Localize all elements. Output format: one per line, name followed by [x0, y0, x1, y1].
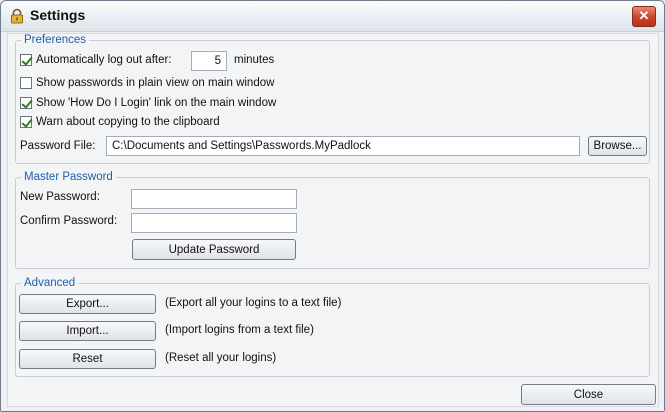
show-howto-checkbox[interactable] [20, 97, 32, 109]
import-button[interactable]: Import... [19, 321, 156, 341]
confirm-password-label: Confirm Password: [20, 215, 118, 227]
close-button[interactable]: Close [521, 384, 656, 405]
show-howto-label: Show 'How Do I Login' link on the main w… [36, 97, 277, 109]
window-title: Settings [30, 7, 86, 23]
title-bar[interactable]: Settings ✕ [1, 1, 664, 32]
warn-copy-checkbox[interactable] [20, 116, 32, 128]
confirm-password-input[interactable] [131, 213, 297, 233]
padlock-icon [11, 8, 23, 24]
logout-minutes-input[interactable] [191, 51, 227, 71]
show-plain-label: Show passwords in plain view on main win… [36, 77, 275, 89]
auto-logout-checkbox[interactable] [20, 54, 32, 66]
password-file-label: Password File: [20, 140, 96, 152]
browse-button[interactable]: Browse... [588, 136, 647, 156]
settings-body: Preferences Automatically log out after:… [7, 33, 659, 407]
show-plain-checkbox[interactable] [20, 77, 32, 89]
password-file-input[interactable] [106, 136, 580, 156]
export-button[interactable]: Export... [19, 294, 156, 314]
master-password-legend: Master Password [24, 171, 113, 183]
settings-window: Settings ✕ Preferences Automatically log… [0, 0, 665, 412]
preferences-legend: Preferences [24, 34, 87, 46]
new-password-input[interactable] [131, 189, 297, 209]
reset-description: (Reset all your logins) [165, 352, 277, 364]
close-icon[interactable]: ✕ [632, 6, 656, 27]
minutes-label: minutes [234, 54, 275, 66]
import-description: (Import logins from a text file) [165, 324, 314, 336]
new-password-label: New Password: [20, 191, 100, 203]
update-password-button[interactable]: Update Password [132, 239, 296, 260]
advanced-legend: Advanced [24, 277, 76, 289]
auto-logout-label: Automatically log out after: [36, 54, 172, 66]
warn-copy-label: Warn about copying to the clipboard [36, 116, 220, 128]
export-description: (Export all your logins to a text file) [165, 297, 342, 309]
reset-button[interactable]: Reset [19, 349, 156, 369]
